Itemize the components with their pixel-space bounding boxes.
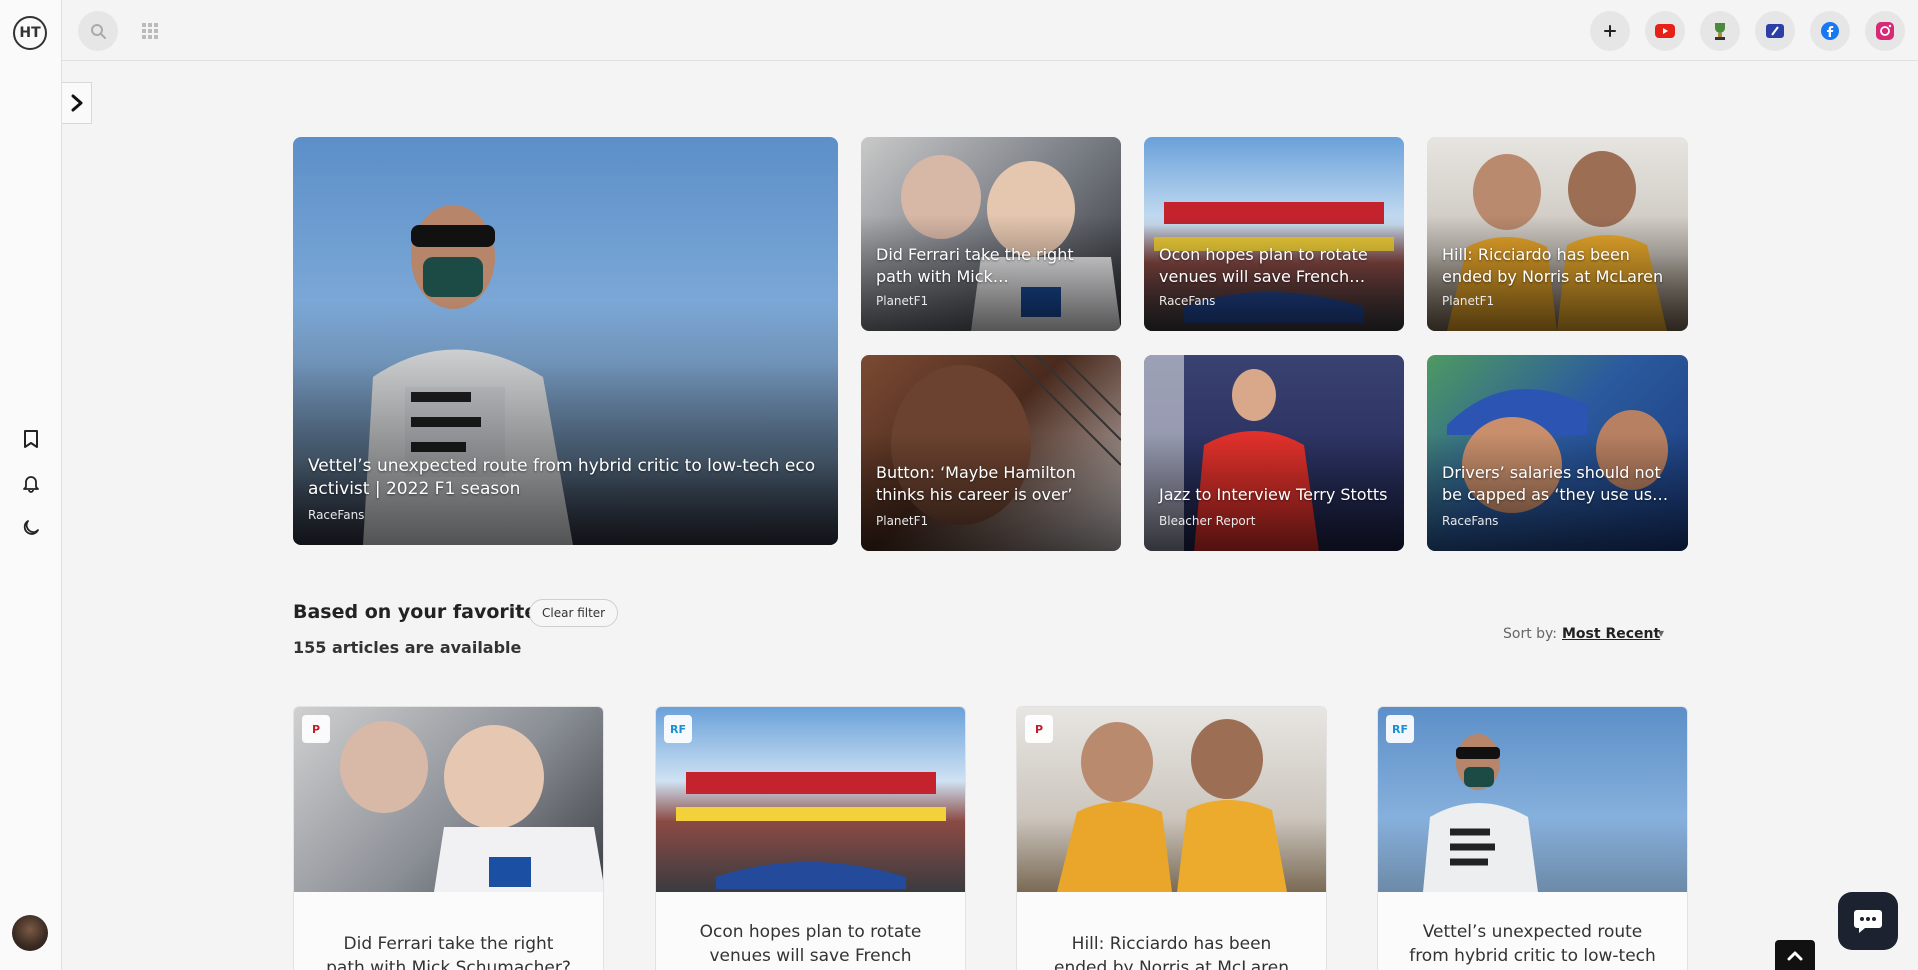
article-image [294, 707, 603, 892]
article-image [656, 707, 965, 892]
newspaper-icon [1766, 24, 1784, 38]
bell-icon[interactable] [19, 471, 43, 495]
featured-article-source: PlanetF1 [876, 514, 929, 528]
section-title: Based on your favorites [293, 601, 549, 623]
user-avatar[interactable] [12, 915, 48, 951]
youtube-icon [1655, 24, 1675, 38]
featured-article-card[interactable]: Drivers’ salaries should not be capped a… [1427, 355, 1688, 551]
search-button[interactable] [78, 11, 118, 51]
featured-article-source: PlanetF1 [876, 294, 929, 308]
expand-sidebar-button[interactable] [62, 82, 92, 124]
featured-article-title: Button: ‘Maybe Hamilton thinks his caree… [876, 463, 1076, 504]
stats-source-button[interactable] [1700, 11, 1740, 51]
trophy-icon [1715, 23, 1725, 40]
article-title: Did Ferrari take the right path with Mic… [326, 934, 571, 970]
facebook-icon [1821, 22, 1839, 40]
source-badge-icon: P [302, 715, 330, 743]
article-card[interactable]: RF Ocon hopes plan to rotate venues will… [655, 706, 966, 970]
chevron-right-icon [71, 94, 82, 112]
featured-article-source: Bleacher Report [1159, 514, 1256, 528]
news-source-button[interactable] [1755, 11, 1795, 51]
article-image [1017, 707, 1326, 892]
scroll-top-button[interactable] [1775, 940, 1815, 970]
featured-article-card[interactable]: Hill: Ricciardo has been ended by Norris… [1427, 137, 1688, 331]
featured-article-large[interactable]: Vettel’s unexpected route from hybrid cr… [293, 137, 838, 545]
search-icon [91, 24, 106, 39]
featured-article-title: Ocon hopes plan to rotate venues will sa… [1159, 245, 1368, 286]
add-source-button[interactable] [1590, 11, 1630, 51]
source-badge-icon: RF [664, 715, 692, 743]
instagram-button[interactable] [1865, 11, 1905, 51]
article-card[interactable]: RF Vettel’s unexpected route from hybrid… [1377, 706, 1688, 970]
featured-article-title: Did Ferrari take the right path with Mic… [876, 245, 1074, 286]
article-title: Vettel’s unexpected route from hybrid cr… [1409, 922, 1656, 966]
chat-button[interactable] [1838, 892, 1898, 950]
facebook-button[interactable] [1810, 11, 1850, 51]
app-logo[interactable]: HT [13, 16, 47, 50]
top-bar [62, 0, 1918, 61]
plus-icon [1604, 25, 1616, 37]
grid-icon [142, 23, 158, 39]
article-card[interactable]: P Hill: Ricciardo has been ended by Norr… [1016, 706, 1327, 970]
apps-grid-button[interactable] [138, 19, 162, 43]
instagram-icon [1876, 22, 1894, 40]
featured-article-source: RaceFans [308, 508, 365, 522]
sort-dropdown[interactable]: Most Recent [1562, 626, 1660, 642]
chevron-down-icon[interactable]: ▾ [1658, 626, 1664, 640]
bookmark-icon[interactable] [19, 427, 43, 451]
source-badge-icon: P [1025, 715, 1053, 743]
featured-article-card[interactable]: Ocon hopes plan to rotate venues will sa… [1144, 137, 1404, 331]
article-title: Hill: Ricciardo has been ended by Norris… [1054, 934, 1289, 970]
moon-icon[interactable] [19, 516, 43, 540]
youtube-button[interactable] [1645, 11, 1685, 51]
featured-article-title: Vettel’s unexpected route from hybrid cr… [308, 456, 816, 499]
featured-article-title: Drivers’ salaries should not be capped a… [1442, 463, 1669, 504]
featured-article-card[interactable]: Jazz to Interview Terry Stotts Bleacher … [1144, 355, 1404, 551]
article-count: 155 articles are available [293, 638, 522, 657]
sort-label: Sort by: [1503, 626, 1558, 642]
featured-article-title: Jazz to Interview Terry Stotts [1159, 485, 1388, 504]
featured-article-card[interactable]: Button: ‘Maybe Hamilton thinks his caree… [861, 355, 1121, 551]
chevron-up-icon [1787, 951, 1803, 961]
featured-article-source: PlanetF1 [1442, 294, 1495, 308]
image-overlay [293, 300, 838, 545]
article-title: Ocon hopes plan to rotate venues will sa… [699, 922, 922, 966]
left-sidebar: HT [0, 0, 62, 970]
featured-article-card[interactable]: Did Ferrari take the right path with Mic… [861, 137, 1121, 331]
article-card[interactable]: P Did Ferrari take the right path with M… [293, 706, 604, 970]
chat-icon [1854, 910, 1882, 933]
featured-article-source: RaceFans [1442, 514, 1499, 528]
featured-article-title: Hill: Ricciardo has been ended by Norris… [1442, 245, 1664, 286]
source-badge-icon: RF [1386, 715, 1414, 743]
article-image [1378, 707, 1687, 892]
clear-filter-button[interactable]: Clear filter [529, 599, 619, 627]
featured-article-source: RaceFans [1159, 294, 1216, 308]
